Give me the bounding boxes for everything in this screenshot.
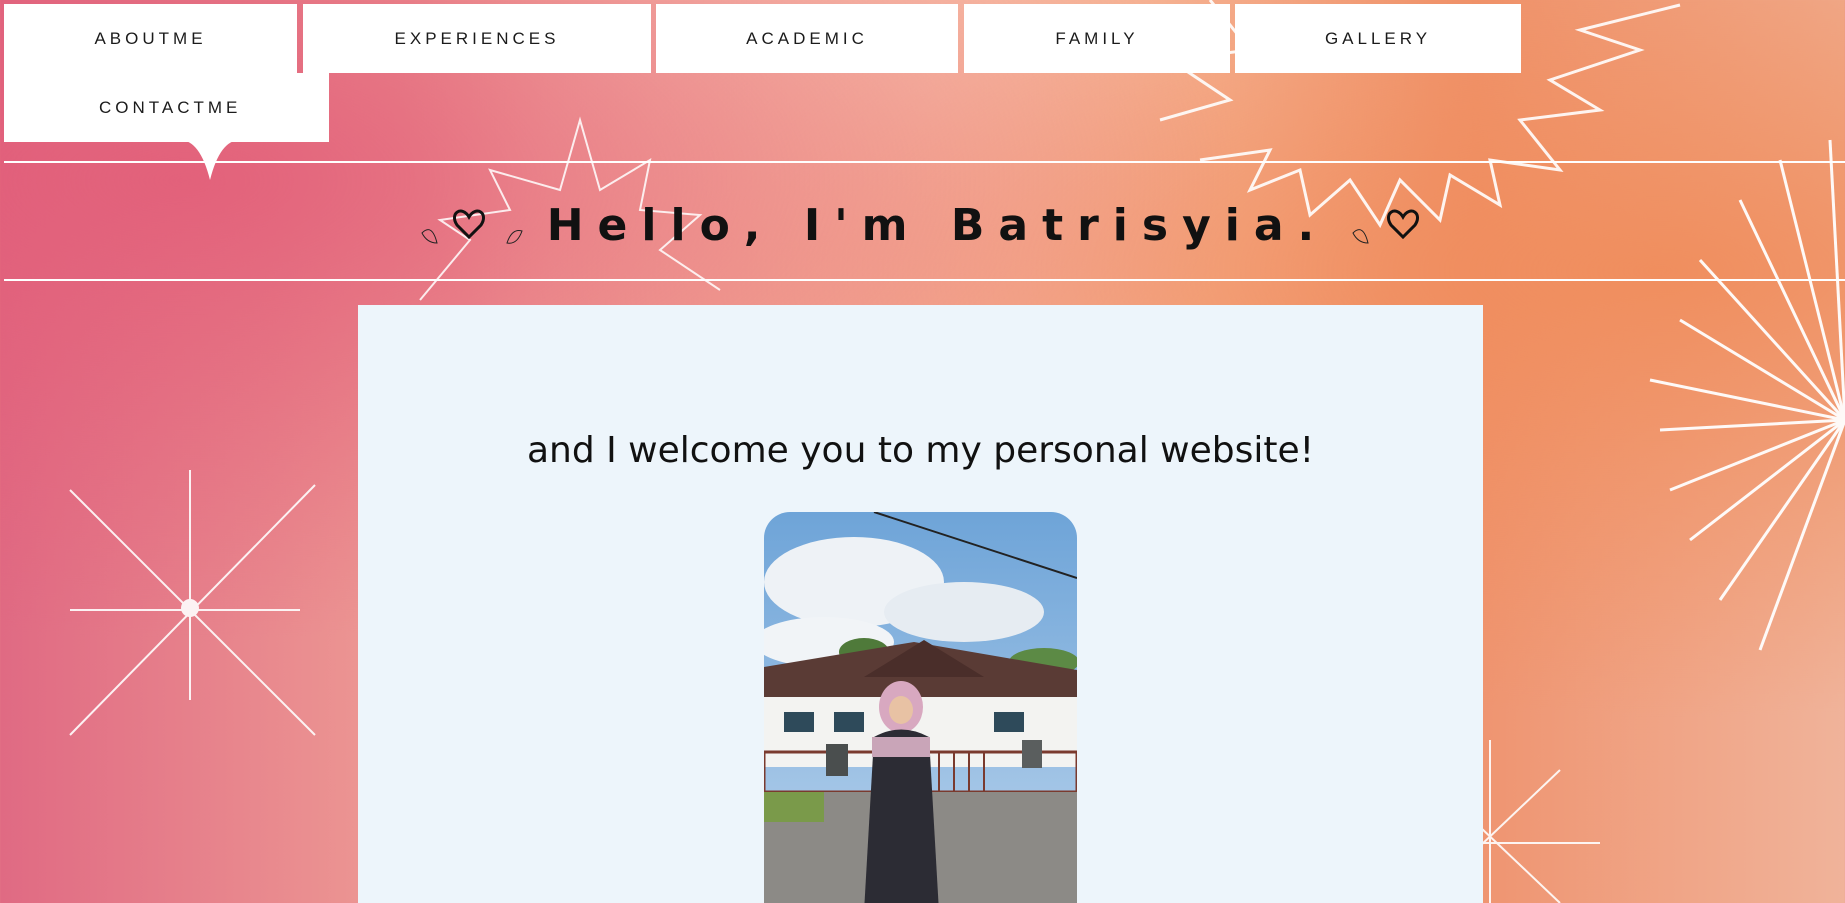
hero-header: Hello, I'm Batrisyia. bbox=[0, 190, 1845, 260]
nav-item-family[interactable]: FAMILY bbox=[964, 4, 1230, 73]
heart-with-leaves-icon bbox=[421, 209, 523, 244]
profile-photo bbox=[764, 512, 1077, 903]
intro-card: and I welcome you to my personal website… bbox=[358, 305, 1483, 903]
main-nav: ABOUTME EXPERIENCES ACADEMIC FAMILY GALL… bbox=[0, 0, 1845, 180]
photo-illustration bbox=[764, 512, 1077, 903]
heart-with-leaf-icon bbox=[1352, 209, 1420, 244]
page-title: Hello, I'm Batrisyia. bbox=[546, 199, 1329, 251]
nav-item-gallery[interactable]: GALLERY bbox=[1235, 4, 1521, 73]
divider-line bbox=[4, 161, 1845, 163]
nav-item-experiences[interactable]: EXPERIENCES bbox=[303, 4, 651, 73]
sparkle-icon bbox=[69, 470, 316, 736]
welcome-text: and I welcome you to my personal website… bbox=[526, 430, 1315, 471]
divider-line bbox=[4, 279, 1845, 281]
nav-item-academic[interactable]: ACADEMIC bbox=[656, 4, 958, 73]
nav-item-contactme[interactable]: CONTACTME bbox=[4, 73, 329, 142]
nav-item-aboutme[interactable]: ABOUTME bbox=[4, 4, 297, 73]
speech-pointer-icon bbox=[180, 140, 240, 180]
